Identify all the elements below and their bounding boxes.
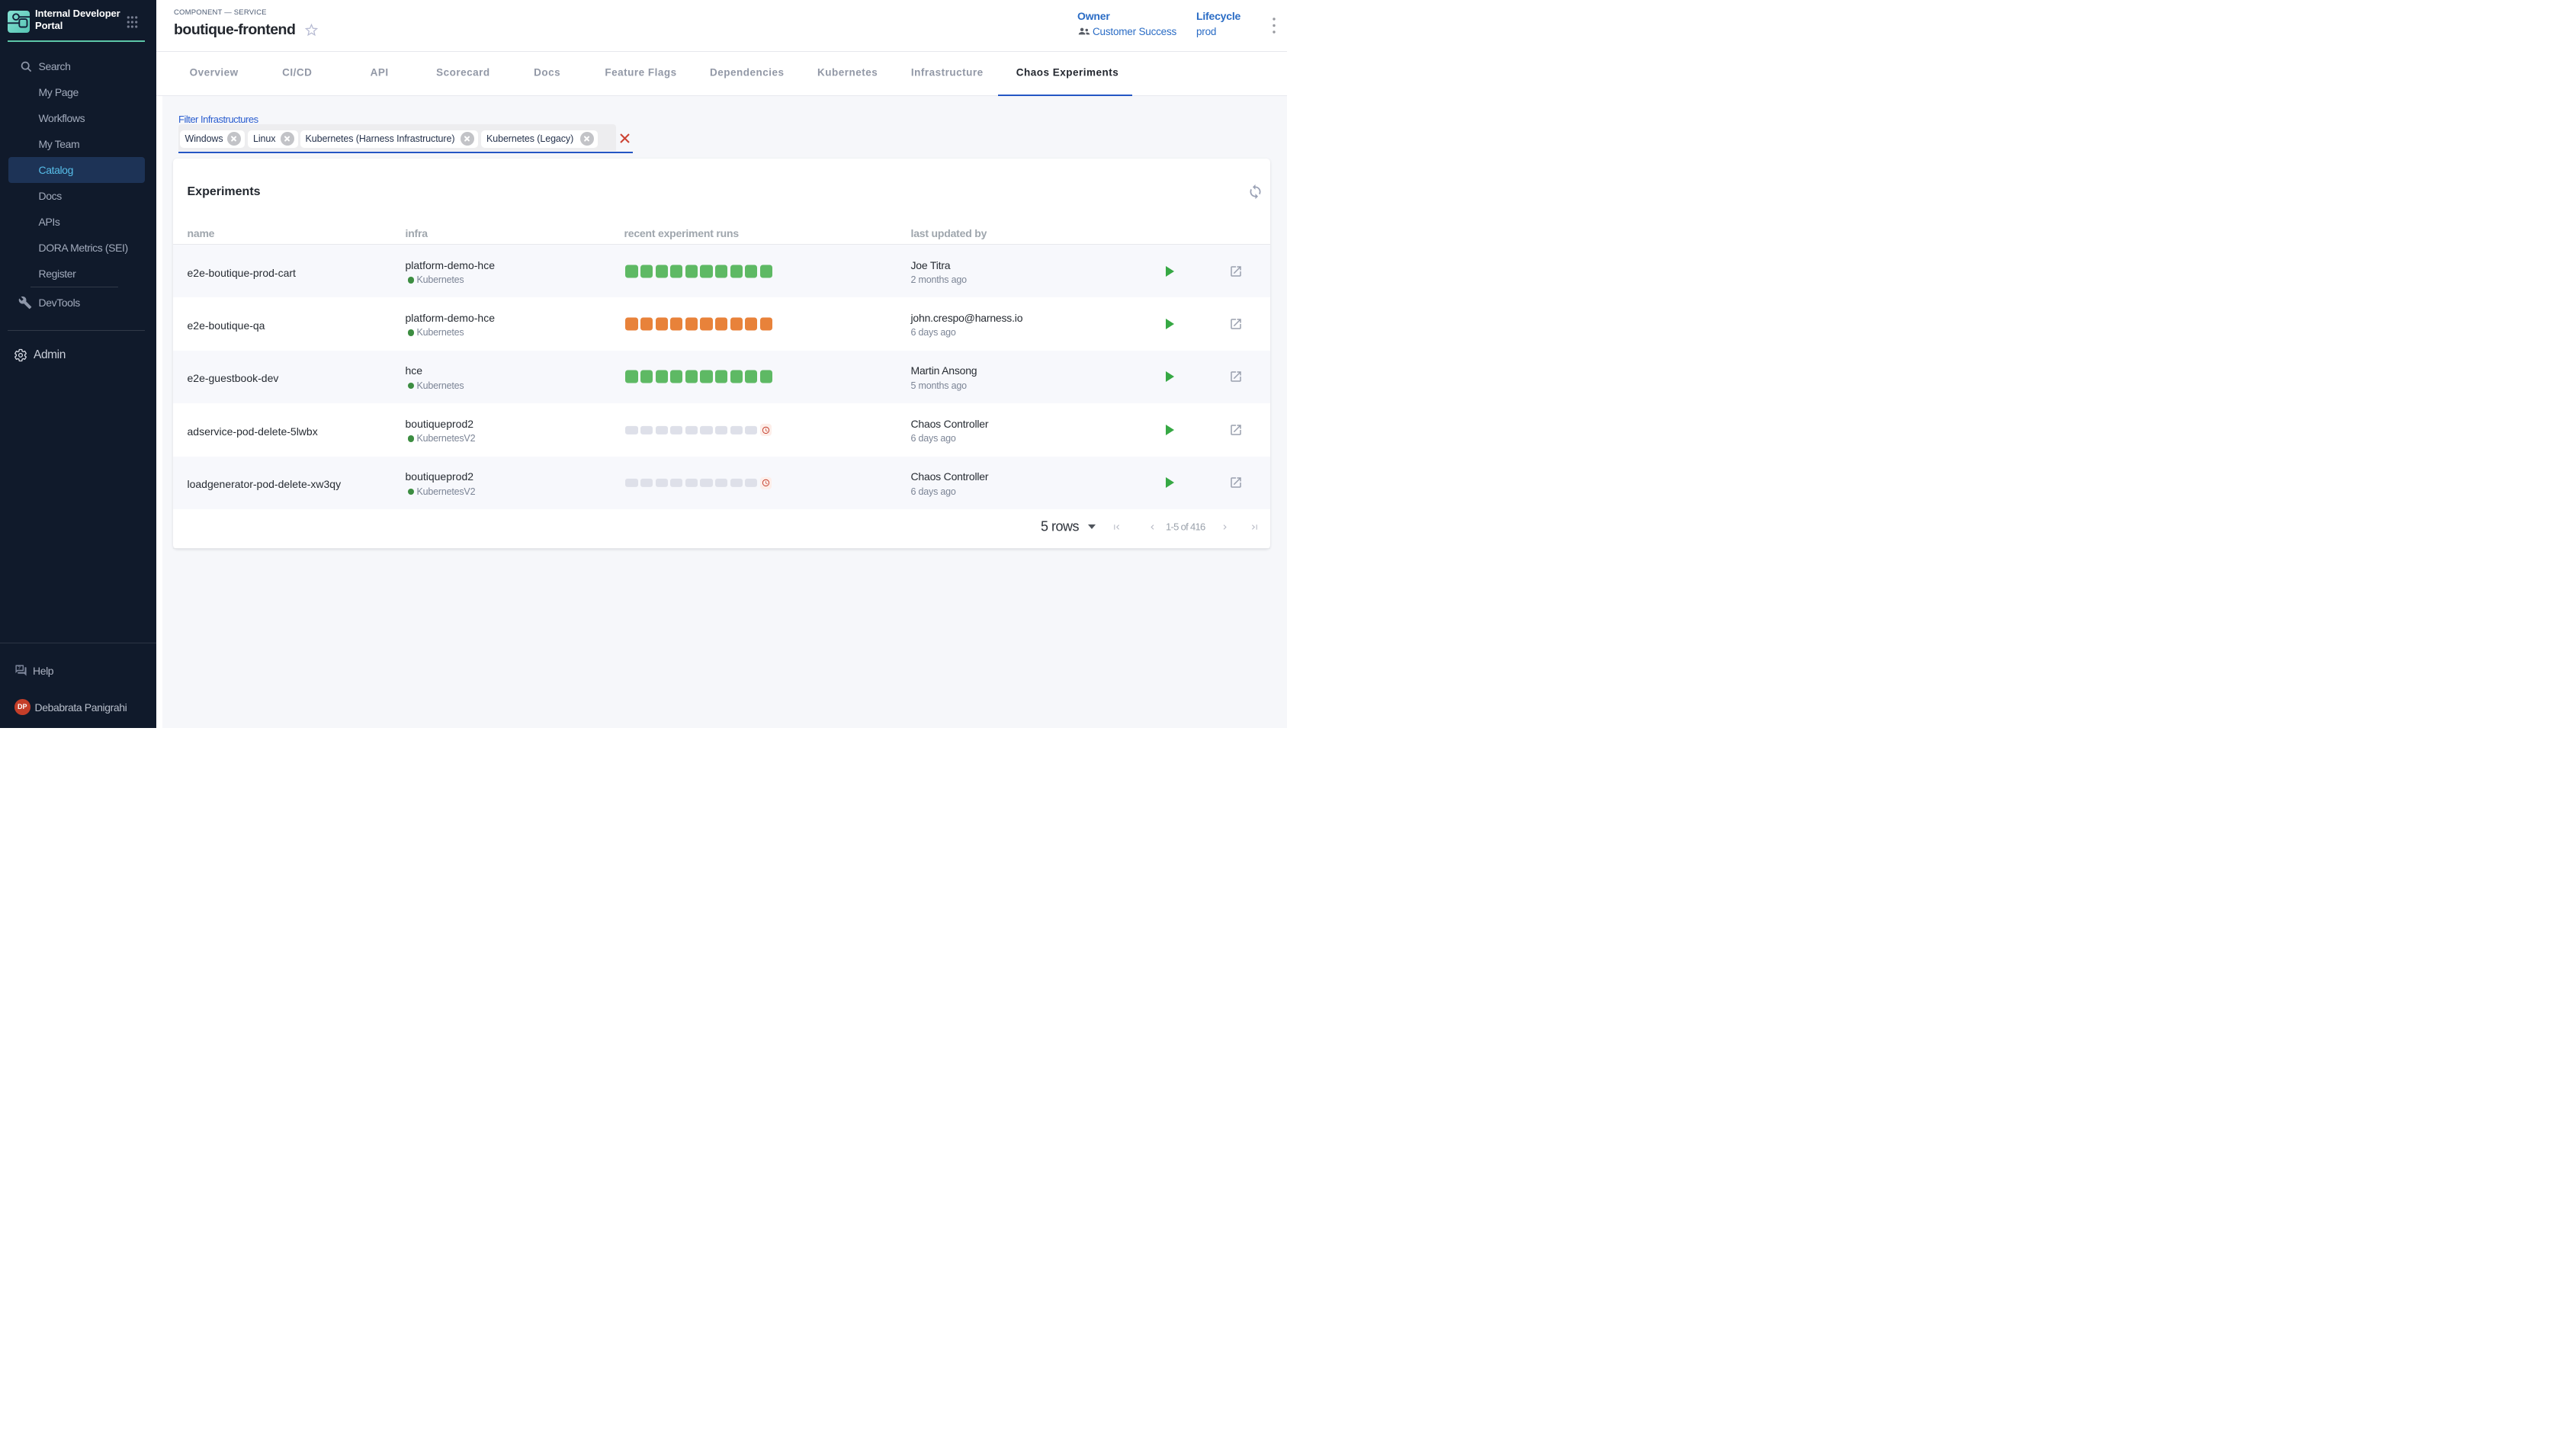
svg-text:?: ? [18, 665, 21, 671]
